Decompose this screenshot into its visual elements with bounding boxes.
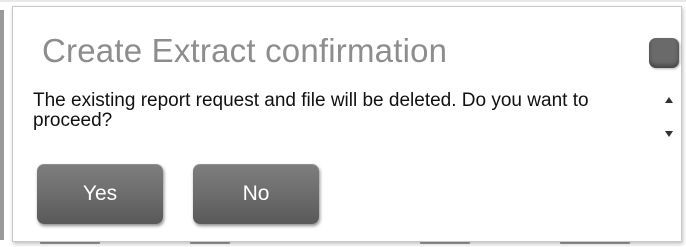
dialog-message: The existing report request and file wil… <box>33 91 589 131</box>
close-button[interactable] <box>649 38 679 68</box>
scroll-up-arrow-icon[interactable] <box>664 95 674 105</box>
message-scrollbar[interactable] <box>662 91 676 149</box>
scroll-down-arrow-icon[interactable] <box>664 129 674 139</box>
dialog-title: Create Extract confirmation <box>42 32 448 69</box>
yes-button[interactable]: Yes <box>37 164 163 224</box>
no-button[interactable]: No <box>193 164 319 224</box>
background-top-edge <box>0 0 686 2</box>
confirmation-dialog: Create Extract confirmation The existing… <box>12 6 682 242</box>
page: Create Extract confirmation The existing… <box>0 0 686 247</box>
message-area: The existing report request and file wil… <box>33 91 655 153</box>
background-left-edge <box>0 10 4 240</box>
